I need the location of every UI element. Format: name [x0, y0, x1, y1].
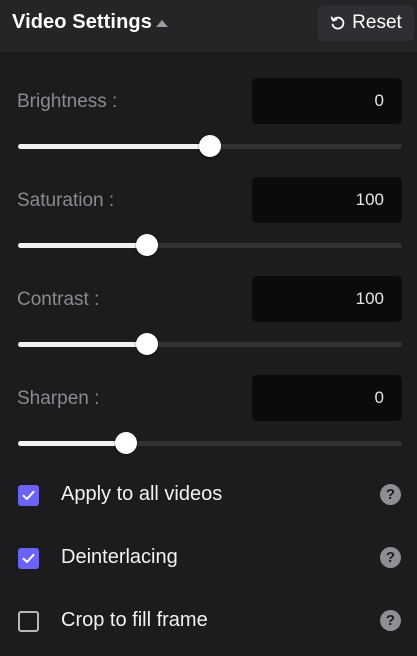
crop-to-fill-frame-label: Crop to fill frame — [61, 609, 208, 631]
saturation-label: Saturation : — [17, 190, 115, 211]
contrast-value-field[interactable]: 100 — [252, 276, 402, 322]
contrast-label: Contrast : — [17, 289, 100, 310]
help-icon[interactable]: ? — [380, 484, 401, 505]
sharpen-slider-thumb[interactable] — [114, 432, 137, 454]
contrast-slider-fill — [18, 342, 147, 347]
checkmark-icon — [22, 490, 35, 500]
reset-label: Reset — [352, 12, 402, 33]
contrast-slider-thumb[interactable] — [135, 333, 158, 355]
help-icon[interactable]: ? — [380, 610, 401, 631]
brightness-label: Brightness : — [17, 91, 118, 112]
contrast-slider[interactable] — [18, 333, 402, 355]
saturation-slider-thumb[interactable] — [135, 234, 158, 256]
deinterlacing-checkbox[interactable] — [18, 548, 39, 569]
caret-up-icon[interactable] — [156, 20, 168, 27]
checkmark-icon — [22, 553, 35, 563]
saturation-slider-fill — [18, 243, 147, 248]
deinterlacing-option[interactable]: Deinterlacing ? — [0, 544, 417, 574]
brightness-slider[interactable] — [18, 135, 402, 157]
saturation-value: 100 — [355, 190, 384, 209]
crop-to-fill-frame-option[interactable]: Crop to fill frame ? — [0, 607, 417, 637]
apply-all-videos-checkbox[interactable] — [18, 485, 39, 506]
help-icon[interactable]: ? — [380, 547, 401, 568]
brightness-slider-fill — [18, 144, 210, 149]
apply-all-videos-label: Apply to all videos — [61, 483, 223, 505]
reset-button[interactable]: Reset — [318, 5, 414, 41]
sharpen-value: 0 — [374, 388, 384, 407]
brightness-slider-thumb[interactable] — [199, 135, 221, 157]
sharpen-value-field[interactable]: 0 — [252, 375, 402, 421]
brightness-value: 0 — [374, 91, 384, 110]
saturation-value-field[interactable]: 100 — [252, 177, 402, 223]
sharpen-slider[interactable] — [18, 432, 402, 454]
sharpen-label: Sharpen : — [17, 388, 100, 409]
contrast-value: 100 — [355, 289, 384, 308]
crop-to-fill-frame-checkbox[interactable] — [18, 611, 39, 632]
panel-header: Video Settings Reset — [0, 0, 417, 52]
sharpen-slider-fill — [18, 441, 126, 446]
saturation-slider[interactable] — [18, 234, 402, 256]
apply-all-videos-option[interactable]: Apply to all videos ? — [0, 481, 417, 511]
brightness-value-field[interactable]: 0 — [252, 78, 402, 124]
panel-title: Video Settings — [12, 11, 152, 33]
deinterlacing-label: Deinterlacing — [61, 546, 178, 568]
reset-icon — [330, 15, 346, 31]
